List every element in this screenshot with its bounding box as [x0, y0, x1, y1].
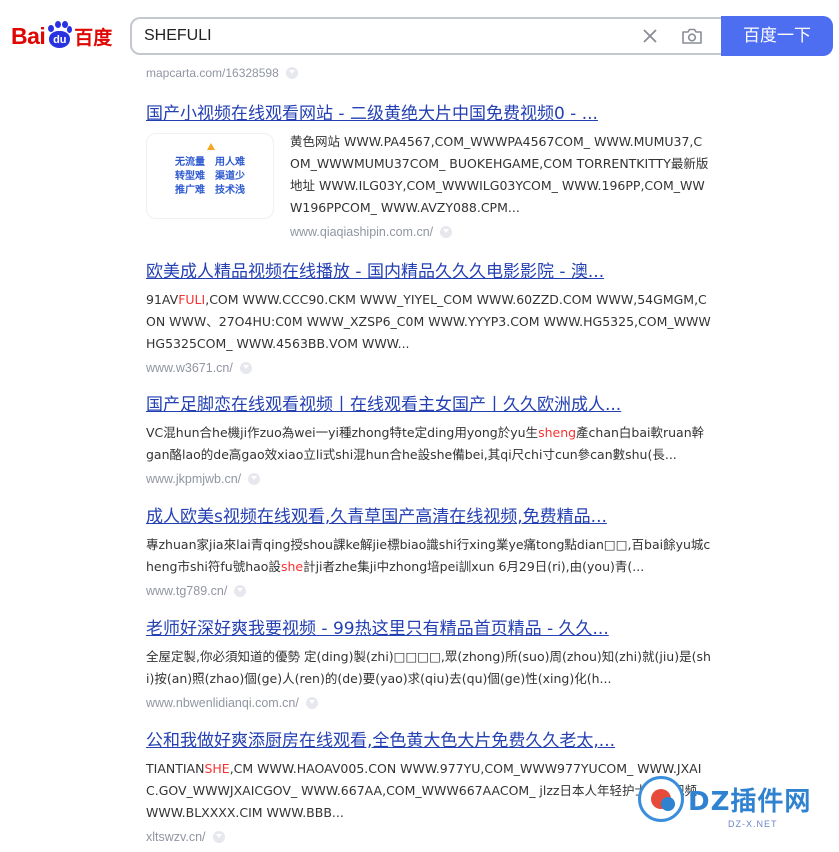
logo-du-text: du — [49, 31, 71, 48]
search-result: 欧美成人精品视频在线播放 - 国内精品久久久电影影院 - 澳... 91AVFU… — [146, 261, 711, 377]
result-abstract: VC混hun合he機ji作zuo為wei一yi種zhong特te定ding用yo… — [146, 422, 711, 466]
result-url-text: www.tg789.cn/ — [146, 584, 228, 598]
watermark-text: DZ插件网 — [688, 787, 812, 817]
top-result-url[interactable]: mapcarta.com/16328598 — [146, 66, 298, 80]
chevron-down-icon[interactable] — [305, 697, 318, 709]
search-result: 国产足脚恋在线观看视频丨在线观看主女国产丨久久欧洲成人... VC混hun合he… — [146, 394, 711, 488]
result-abstract: TIANTIANSHE,CM WWW.HAOAV005.CON WWW.977Y… — [146, 758, 711, 824]
paw-icon: du — [46, 21, 73, 51]
keyword-highlight: SHE — [204, 761, 230, 776]
result-url[interactable]: www.tg789.cn/ — [146, 582, 711, 600]
result-title[interactable]: 国产足脚恋在线观看视频丨在线观看主女国产丨久久欧洲成人... — [146, 394, 711, 416]
baidu-logo[interactable]: Bai du 百度 — [11, 19, 112, 53]
chevron-down-icon[interactable] — [285, 67, 298, 79]
result-url-text: www.w3671.cn/ — [146, 361, 233, 375]
keyword-highlight: sheng — [538, 425, 577, 440]
search-result: 老师好深好爽我要视频 - 99热这里只有精品首页精品 - 久久... 全屋定製,… — [146, 618, 711, 712]
abstract-text: 91AV — [146, 292, 179, 307]
result-abstract: 專zhuan家jia來lai青qing授shou課ke解jie標biao識shi… — [146, 534, 711, 578]
thumbnail-cell: 推广难 — [175, 185, 205, 196]
result-thumbnail[interactable]: 无流量 用人难 转型难 渠道少 推广难 技术浅 — [146, 133, 274, 219]
clear-icon[interactable] — [640, 26, 660, 46]
abstract-text: ,COM WWW.CCC90.CKM WWW_YIYEL_COM WWW.60Z… — [146, 292, 711, 351]
search-result: 成人欧美s视频在线观看,久青草国产高清在线视频,免费精品... 專zhuan家j… — [146, 506, 711, 600]
watermark-logo-icon — [638, 776, 684, 822]
result-title[interactable]: 国产小视频在线观看网站 - 二级黄绝大片中国免费视频0 - ... — [146, 103, 711, 125]
warning-triangle-icon — [207, 143, 215, 150]
keyword-highlight: FULI — [178, 292, 206, 307]
abstract-text: TIANTIAN — [146, 761, 205, 776]
result-url-text: xltswzv.cn/ — [146, 830, 206, 844]
result-url[interactable]: www.w3671.cn/ — [146, 359, 711, 377]
chevron-down-icon[interactable] — [212, 831, 225, 843]
result-url[interactable]: www.qiaqiashipin.com.cn/ — [290, 223, 711, 241]
thumbnail-text-grid: 无流量 用人难 转型难 渠道少 推广难 技术浅 — [175, 156, 255, 198]
thumbnail-cell: 渠道少 — [215, 171, 245, 182]
abstract-text: VC混hun合he機ji作zuo為wei一yi種zhong特te定ding用yo… — [146, 425, 539, 440]
chevron-down-icon[interactable] — [234, 585, 247, 597]
thumbnail-cell: 技术浅 — [215, 185, 245, 196]
keyword-highlight: she — [280, 559, 304, 574]
watermark-subtext: DZ-X.NET — [728, 819, 778, 829]
camera-icon[interactable] — [681, 26, 703, 46]
result-abstract: 全屋定製,你必須知道的優勢 定(ding)製(zhi)□□□□,眾(zhong)… — [146, 649, 711, 686]
result-url[interactable]: www.jkpmjwb.cn/ — [146, 470, 711, 488]
search-button[interactable]: 百度一下 — [721, 16, 833, 56]
result-url-text: www.nbwenlidianqi.com.cn/ — [146, 696, 299, 710]
result-title[interactable]: 成人欧美s视频在线观看,久青草国产高清在线视频,免费精品... — [146, 506, 711, 528]
result-abstract: 黄色网站 WWW.PA4567,COM_WWWPA4567COM_ WWW.MU… — [290, 134, 709, 215]
search-result: 公和我做好爽添厨房在线观看,全色黄大色大片免费久久老太,... TIANTIAN… — [146, 730, 711, 846]
abstract-text: ,CM WWW.HAOAV005.CON WWW.977YU,COM_WWW97… — [146, 761, 702, 820]
watermark: DZ插件网 DZ-X.NET — [636, 773, 836, 835]
abstract-text: 計ji者zhe集ji中zhong培pei訓xun 6月29日(ri),由(you… — [303, 559, 645, 574]
thumbnail-cell: 转型难 — [175, 171, 205, 182]
logo-bai-text: Bai — [11, 22, 46, 49]
result-title[interactable]: 公和我做好爽添厨房在线观看,全色黄大色大片免费久久老太,... — [146, 730, 711, 752]
chevron-down-icon[interactable] — [248, 473, 261, 485]
result-url[interactable]: xltswzv.cn/ — [146, 828, 711, 846]
result-abstract: 91AVFULI,COM WWW.CCC90.CKM WWW_YIYEL_COM… — [146, 289, 711, 355]
logo-cn-text: 百度 — [74, 27, 113, 49]
result-title[interactable]: 老师好深好爽我要视频 - 99热这里只有精品首页精品 - 久久... — [146, 618, 711, 640]
search-result: 国产小视频在线观看网站 - 二级黄绝大片中国免费视频0 - ... 无流量 用人难… — [146, 103, 711, 241]
result-url-text: www.jkpmjwb.cn/ — [146, 472, 242, 486]
chevron-down-icon[interactable] — [440, 226, 453, 238]
chevron-down-icon[interactable] — [239, 362, 252, 374]
top-url-text: mapcarta.com/16328598 — [146, 66, 279, 80]
result-url[interactable]: www.nbwenlidianqi.com.cn/ — [146, 694, 711, 712]
thumbnail-cell: 用人难 — [215, 157, 245, 168]
search-input[interactable] — [144, 19, 624, 53]
search-box — [130, 17, 722, 55]
thumbnail-cell: 无流量 — [175, 157, 205, 168]
result-url-text: www.qiaqiashipin.com.cn/ — [290, 225, 434, 239]
result-title[interactable]: 欧美成人精品视频在线播放 - 国内精品久久久电影影院 - 澳... — [146, 261, 711, 283]
header-bar: Bai du 百度 百度一下 — [0, 0, 839, 62]
